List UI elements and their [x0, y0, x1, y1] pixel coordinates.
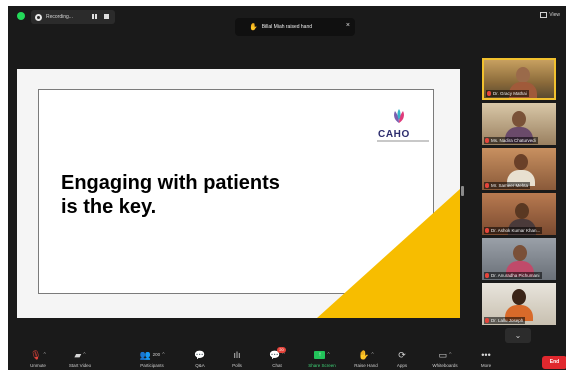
caret-up-icon[interactable]: ^	[327, 349, 329, 361]
polls-icon: ılı	[233, 350, 241, 360]
participant-tile[interactable]: Dr. Gracy Mathai	[482, 58, 556, 100]
raise-hand-icon: ✋	[358, 350, 370, 360]
mic-muted-icon	[485, 183, 489, 188]
slide-heading-line-1: Engaging with patients	[61, 172, 280, 194]
chat-unread-badge: 20	[277, 347, 286, 353]
mic-muted-icon	[485, 138, 489, 143]
recording-icon	[35, 13, 42, 21]
gallery-scroll-down-button[interactable]: ⌄	[505, 328, 531, 343]
recording-indicator: Recording...	[31, 10, 115, 24]
participant-tile[interactable]: Dr. Anuradha Pichumani	[482, 238, 556, 280]
slide-heading-line-2: is the key.	[61, 196, 157, 218]
participant-tile[interactable]: Dr. Ashok Kumar Khan...	[482, 193, 556, 235]
qa-icon: 💬	[194, 350, 206, 360]
participant-name-tag: Ms. Nadira Chaturvedi	[484, 137, 538, 144]
recording-label: Recording...	[46, 14, 73, 20]
stop-recording-icon[interactable]	[104, 14, 109, 19]
view-button[interactable]: View	[540, 12, 560, 18]
whiteboard-icon: ▭	[438, 350, 448, 360]
polls-button[interactable]: ılı Polls	[215, 349, 259, 370]
microphone-muted-icon: 🎙	[30, 350, 42, 360]
participant-tile[interactable]: Mr. Sameer Mehta	[482, 148, 556, 190]
chevron-down-icon: ⌄	[514, 331, 522, 340]
raised-hand-notification: ✋ Billal Miah raised hand ×	[235, 18, 355, 36]
caho-logo-text: CAHO	[378, 129, 410, 140]
notification-text: Billal Miah raised hand	[261, 24, 313, 30]
participant-name-tag: Dr. Gracy Mathai	[486, 90, 529, 97]
participant-name-tag: Mr. Sameer Mehta	[484, 182, 531, 189]
participant-tile[interactable]: Ms. Nadira Chaturvedi	[482, 103, 556, 145]
gallery-splitter-handle[interactable]	[461, 186, 464, 196]
security-shield-icon[interactable]	[17, 12, 25, 20]
caho-tagline	[377, 140, 429, 142]
caret-up-icon[interactable]: ^	[162, 349, 164, 361]
close-icon[interactable]: ×	[346, 22, 350, 29]
video-off-icon: ▰	[74, 350, 82, 360]
caho-logo-icon	[394, 109, 404, 123]
mic-muted-icon	[485, 318, 489, 323]
more-dots-icon: •••	[481, 350, 491, 360]
share-screen-icon: ↑	[314, 351, 326, 359]
participant-name-tag: Dr. Anuradha Pichumani	[484, 272, 542, 279]
whiteboards-button[interactable]: ▭ ^ Whiteboards	[423, 349, 467, 370]
apps-icon: ⟳	[398, 350, 406, 360]
view-label: View	[549, 12, 560, 18]
start-video-button[interactable]: ▰ ^ Start Video	[58, 349, 102, 370]
mic-muted-icon	[485, 273, 489, 278]
caret-up-icon[interactable]: ^	[371, 349, 373, 361]
pause-recording-icon[interactable]	[92, 14, 97, 19]
raised-hand-icon: ✋	[249, 24, 258, 31]
shared-screen-slide: CAHO Engaging with patients is the key.	[17, 69, 460, 318]
chat-button[interactable]: 💬 ^ 20 Chat	[255, 347, 299, 370]
caret-up-icon[interactable]: ^	[449, 349, 451, 361]
mic-muted-icon	[487, 91, 491, 96]
view-grid-icon	[540, 12, 548, 18]
unmute-button[interactable]: 🎙 ^ Unmute	[16, 349, 60, 370]
participants-icon: 👥	[139, 350, 151, 360]
participant-name-tag: Dr. Ashok Kumar Khan...	[484, 227, 543, 234]
apps-button[interactable]: ⟳ Apps	[380, 349, 424, 370]
end-meeting-button[interactable]: End	[542, 356, 566, 369]
participants-button[interactable]: 👥 200 ^ Participants	[130, 349, 174, 370]
share-screen-button[interactable]: ↑ ^ Share Screen	[300, 349, 344, 370]
zoom-meeting-window: Recording... View ✋ Billal Miah raised h…	[8, 6, 566, 370]
participant-tile[interactable]: Dr. Lallu Joseph	[482, 283, 556, 325]
participant-count: 200	[152, 352, 161, 357]
participant-name-tag: Dr. Lallu Joseph	[484, 317, 526, 324]
more-button[interactable]: ••• More	[464, 349, 508, 370]
caret-up-icon[interactable]: ^	[83, 349, 85, 361]
meeting-toolbar: 🎙 ^ Unmute ▰ ^ Start Video 👥 200 ^ Participa…	[8, 347, 566, 370]
caret-up-icon[interactable]: ^	[44, 349, 46, 361]
mic-muted-icon	[485, 228, 489, 233]
